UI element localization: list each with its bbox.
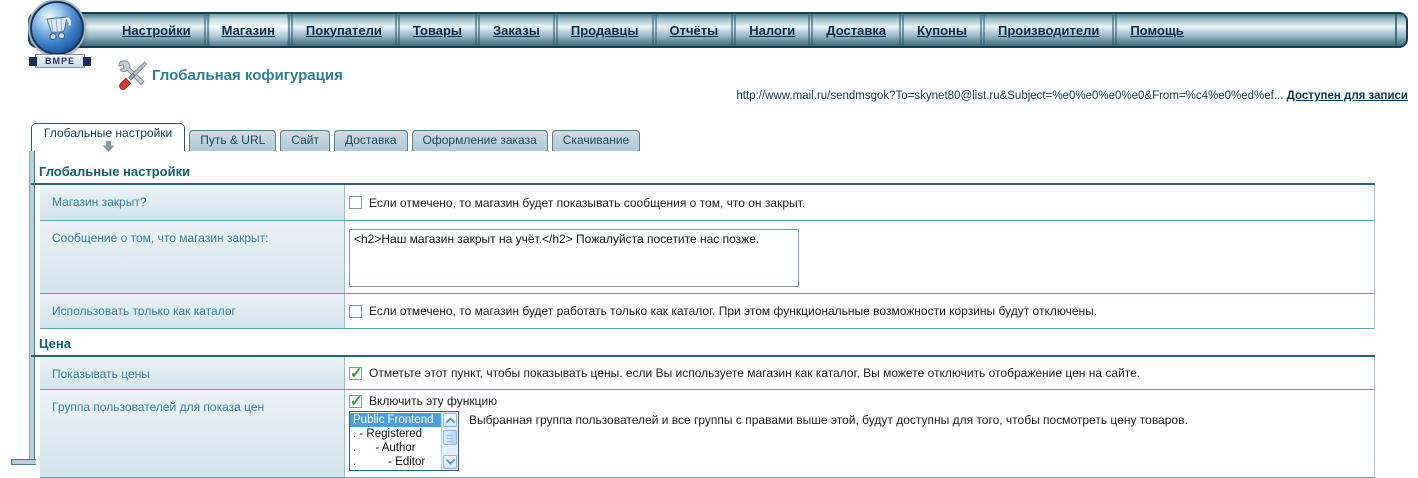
config-path-line: http://www.mail.ru/sendmsgok?To=skynet80… [736,90,1408,102]
menu-separator [898,15,906,45]
menu-separator [202,15,210,45]
menu-item-vendors[interactable]: Продавцы [559,14,651,46]
list-item[interactable]: . - Editor [350,455,441,469]
menu-separator [1111,15,1119,45]
row-catalog-only: Использовать только как каталог Если отм… [40,294,1374,329]
user-group-listbox[interactable]: Public Frontend . - Registered . - Autho… [349,411,459,471]
user-group-options: Public Frontend . - Registered . - Autho… [350,412,441,470]
scroll-thumb[interactable] [443,430,457,445]
menu-item-customers[interactable]: Покупатели [294,14,394,46]
enable-function-label: Включить эту функцию [369,394,498,408]
logo-ribbon: BMPE [29,54,91,68]
menu-separator [551,15,559,45]
tab-path-url[interactable]: Путь & URL [189,130,277,151]
menu-separator [286,15,294,45]
show-prices-checkbox[interactable] [349,364,363,382]
down-arrow-icon [102,141,115,155]
row-description: Если отмечено, то магазин будет показыва… [369,195,806,210]
menu-separator [650,15,658,45]
menu-item-reports[interactable]: Отчёты [658,14,731,46]
menu-item-products[interactable]: Товары [401,14,474,46]
navbar-right-cap [1395,14,1397,46]
row-value: Если отмечено, то магазин будет работать… [345,294,1374,328]
row-description: Отметьте этот пункт, чтобы показывать це… [369,366,1141,380]
row-value: Отметьте этот пункт, чтобы показывать це… [345,357,1374,389]
page-title: Глобальная кофигурация [152,67,343,84]
tab-label: Глобальные настройки [44,126,173,140]
row-value: Включить эту функцию Public Frontend . -… [345,390,1374,477]
menu-item-store[interactable]: Магазин [209,14,287,46]
menu-item-taxes[interactable]: Налоги [737,14,807,46]
config-url-text: http://www.mail.ru/sendmsgok?To=skynet80… [736,90,1284,102]
global-config-form: Глобальные настройки Магазин закрыт? Есл… [31,157,1375,478]
row-description: Выбранная группа пользователей и все гру… [469,413,1188,427]
row-label: Сообщение о том, что магазин закрыт: [40,221,345,293]
menu-item-manufacturers[interactable]: Производители [986,14,1111,46]
price-table: Показывать цены Отметьте этот пункт, что… [40,357,1375,478]
list-item[interactable]: . - Author [350,441,441,455]
tab-checkout[interactable]: Оформление заказа [411,130,548,151]
row-description: Если отмечено, то магазин будет работать… [369,304,1098,318]
listbox-scrollbar[interactable] [441,412,458,470]
row-value: Если отмечено, то магазин будет показыва… [345,185,1374,220]
scroll-down-button[interactable] [443,455,457,469]
tab-downloads[interactable]: Скачивание [551,130,641,151]
closed-message-textarea[interactable]: <h2>Наш магазин закрыт на учёт.</h2> Пож… [349,229,799,287]
row-store-closed: Магазин закрыт? Если отмечено, то магази… [40,185,1374,221]
tab-site[interactable]: Сайт [280,130,330,151]
main-menu: Настройки Магазин Покупатели Товары Зака… [110,14,1196,46]
tab-shipping[interactable]: Доставка [333,130,408,151]
shopping-cart-icon [39,8,75,49]
scroll-up-button[interactable] [443,413,457,427]
section-title-price: Цена [31,329,1375,357]
row-label: Показывать цены [40,357,345,389]
section-title-global: Глобальные настройки [31,157,1375,185]
tools-icon [116,59,148,91]
row-price-user-group: Группа пользователей для показа цен Вклю… [40,390,1374,478]
catalog-only-checkbox[interactable] [349,304,362,318]
menu-item-settings[interactable]: Настройки [110,14,203,46]
top-navbar: Настройки Магазин Покупатели Товары Зака… [28,12,1408,48]
menu-item-coupons[interactable]: Купоны [905,14,979,46]
store-closed-checkbox[interactable] [349,196,362,209]
user-group-block: Public Frontend . - Registered . - Autho… [349,411,1188,471]
row-label: Использовать только как каталог [40,294,345,328]
settings-table: Магазин закрыт? Если отмечено, то магази… [40,185,1375,329]
tab-global-settings[interactable]: Глобальные настройки [31,123,186,152]
writable-status-link[interactable]: Доступен для записи [1287,90,1408,102]
menu-separator [730,15,738,45]
menu-item-orders[interactable]: Заказы [481,14,552,46]
settings-tabbar: Глобальные настройки Путь & URL Сайт Дос… [31,123,644,152]
app-logo[interactable] [30,1,84,55]
menu-item-help[interactable]: Помощь [1118,14,1195,46]
menu-item-shipping[interactable]: Доставка [814,14,898,46]
enable-function-line: Включить эту функцию [349,392,498,410]
row-label: Группа пользователей для показа цен [40,390,345,477]
row-label: Магазин закрыт? [40,185,345,220]
menu-separator [393,15,401,45]
menu-separator [807,15,815,45]
row-show-prices: Показывать цены Отметьте этот пункт, что… [40,357,1374,390]
list-item[interactable]: Public Frontend [350,413,441,427]
menu-separator [474,15,482,45]
list-item[interactable]: . - Registered [350,427,441,441]
row-closed-message: Сообщение о том, что магазин закрыт: <h2… [40,221,1374,294]
row-value: <h2>Наш магазин закрыт на учёт.</h2> Пож… [345,221,1374,293]
enable-function-checkbox[interactable] [349,392,363,410]
menu-separator [978,15,986,45]
